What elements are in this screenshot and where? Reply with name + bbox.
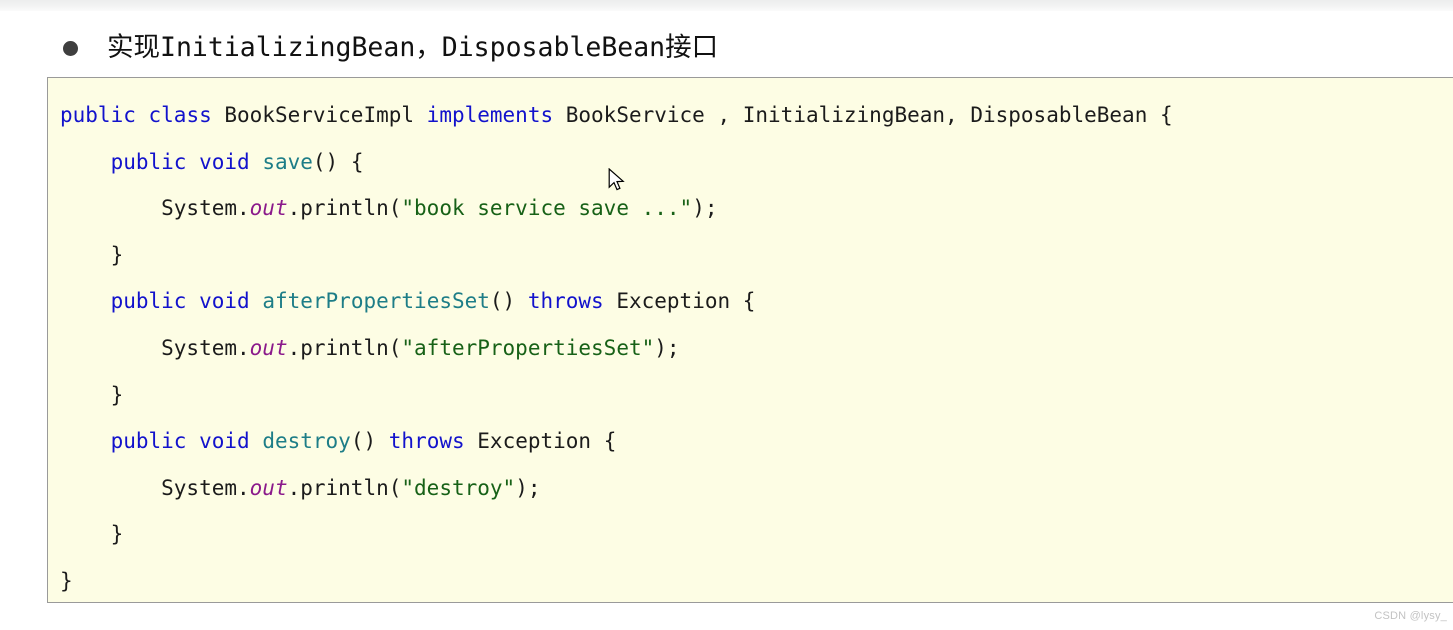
code-token: BookServiceImpl: [211, 103, 427, 127]
code-token: out: [249, 335, 288, 360]
code-token: System.: [60, 335, 250, 360]
code-token: implements: [426, 103, 554, 127]
code-token: public: [110, 429, 187, 454]
code-token: afterPropertiesSet: [262, 289, 490, 314]
code-line: System.out.println("afterPropertiesSet")…: [60, 325, 1453, 372]
code-token: public: [60, 103, 136, 127]
top-gradient-strip: [0, 0, 1453, 11]
code-token: class: [148, 103, 212, 127]
code-token: Exception {: [464, 429, 617, 454]
code-token: out: [249, 475, 288, 500]
code-token: public: [110, 289, 187, 314]
code-token: );: [515, 475, 541, 500]
code-token: destroy: [262, 429, 351, 454]
watermark: CSDN @lysy_: [1374, 610, 1447, 622]
code-token: .println(: [287, 335, 402, 360]
code-line: }: [60, 558, 1453, 602]
code-token: );: [692, 196, 718, 221]
code-token: (): [350, 429, 389, 454]
code-line: public void save() {: [60, 139, 1453, 186]
code-token: }: [60, 522, 124, 547]
code-token: System.: [60, 196, 250, 221]
code-line: System.out.println("book service save ..…: [60, 185, 1453, 232]
code-token: "afterPropertiesSet": [401, 335, 655, 360]
code-line: }: [60, 372, 1453, 419]
code-token: }: [60, 382, 124, 407]
code-token: public: [110, 149, 187, 174]
code-token: BookService , InitializingBean, Disposab…: [553, 103, 1173, 127]
code-line: }: [60, 511, 1453, 558]
code-token: out: [249, 196, 288, 221]
code-token: }: [60, 242, 124, 267]
code-token: .println(: [287, 196, 402, 221]
code-token: void: [199, 289, 250, 314]
code-token: void: [199, 149, 250, 174]
code-token: );: [654, 335, 680, 360]
bullet-point-icon: [63, 40, 78, 56]
code-line: public void afterPropertiesSet() throws …: [60, 278, 1453, 325]
heading: 实现InitializingBean，DisposableBean接口: [0, 25, 1453, 71]
code-token: "destroy": [401, 475, 516, 500]
code-line: public void destroy() throws Exception {: [60, 418, 1453, 465]
code-token: void: [199, 429, 250, 454]
code-token: throws: [388, 429, 465, 454]
code-token: (): [489, 289, 528, 314]
code-token: throws: [527, 289, 604, 314]
code-token: System.: [60, 475, 250, 500]
code-token: "book service save ...": [401, 196, 693, 221]
code-token: }: [60, 568, 73, 593]
code-token: () {: [312, 149, 364, 174]
code-line: System.out.println("destroy");: [60, 465, 1453, 512]
code-content: public class BookServiceImpl implements …: [48, 78, 1453, 602]
code-token: save: [262, 149, 313, 174]
code-line: }: [60, 232, 1453, 279]
code-line: public class BookServiceImpl implements …: [60, 92, 1453, 139]
page-title: 实现InitializingBean，DisposableBean接口: [107, 32, 719, 64]
code-token: Exception {: [603, 289, 756, 314]
code-block: public class BookServiceImpl implements …: [47, 77, 1453, 603]
code-token: .println(: [287, 475, 402, 500]
